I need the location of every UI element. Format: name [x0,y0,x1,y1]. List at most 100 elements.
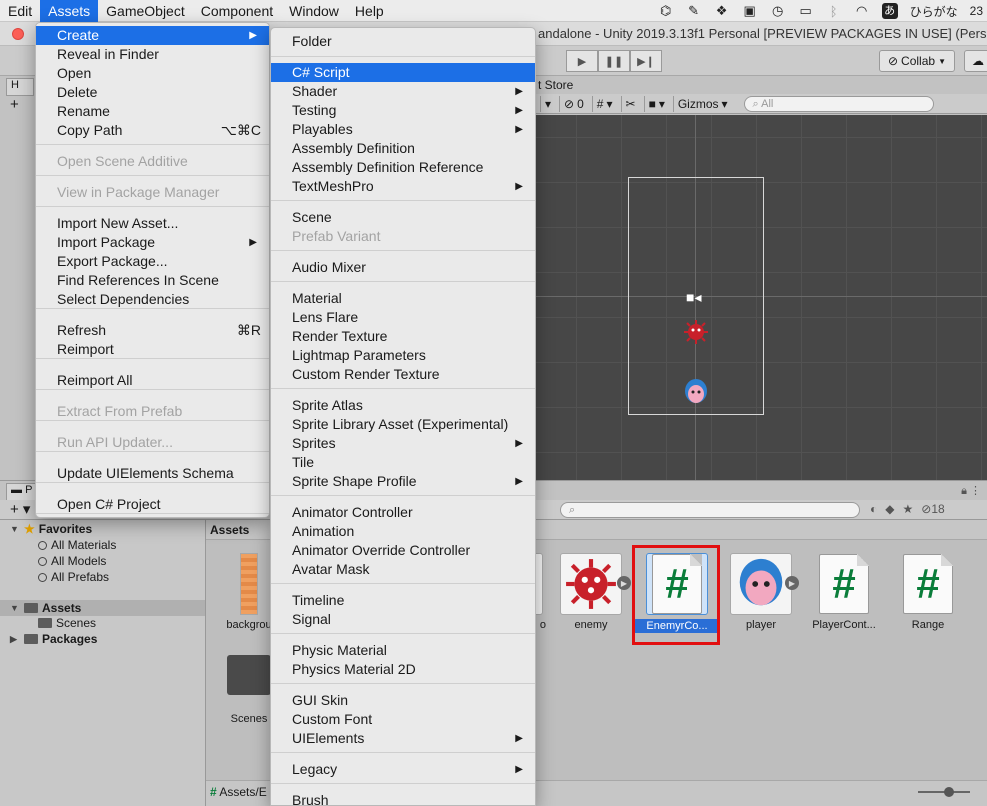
menu-item-update-uielements-schema[interactable]: Update UIElements Schema [36,464,269,483]
asset-store-tab[interactable]: t Store [538,78,573,92]
menu-item-rename[interactable]: Rename [36,102,269,121]
box-icon[interactable]: ▣ [742,3,758,18]
tree-favorites[interactable]: ▼ ★ Favorites [10,522,92,536]
marker-icon[interactable]: ✎ [686,3,702,18]
menu-item-lens-flare[interactable]: Lens Flare [271,308,535,327]
tools-toggle[interactable]: ✂ [620,95,640,112]
menu-item-custom-render-texture[interactable]: Custom Render Texture [271,365,535,384]
menu-item-animator-override-controller[interactable]: Animator Override Controller [271,541,535,560]
menu-item-textmeshpro[interactable]: TextMeshPro ▶ [271,177,535,196]
unity-icon[interactable]: ⌬ [658,3,674,18]
menu-edit[interactable]: Edit [0,0,40,22]
asset-player[interactable]: player [718,553,804,631]
hierarchy-tab[interactable]: H [6,78,34,96]
gizmos-button[interactable]: Gizmos ▾ [672,95,732,112]
expand-triangle-icon[interactable]: ▼ [10,524,20,534]
pause-button[interactable]: ❚❚ [598,50,630,72]
project-tab[interactable]: ▬ P [6,483,36,501]
menu-item-sprite-library-asset-experimental[interactable]: Sprite Library Asset (Experimental) [271,415,535,434]
asset-player-controller-script[interactable]: # PlayerCont... [801,553,887,631]
menu-item-open[interactable]: Open [36,64,269,83]
menu-item-reveal-in-finder[interactable]: Reveal in Finder [36,45,269,64]
label-tag-icon[interactable]: ◆ [885,502,894,516]
dropbox-icon[interactable]: ❖ [714,3,730,18]
visibility-toggle[interactable]: ⊘ 0 [559,95,588,112]
menu-item-lightmap-parameters[interactable]: Lightmap Parameters [271,346,535,365]
tree-all-materials[interactable]: All Materials [38,538,116,552]
slider-knob[interactable] [944,787,954,797]
time-machine-icon[interactable]: ◷ [770,3,786,18]
grid-toggle[interactable]: # ▾ [591,95,617,112]
menu-item-material[interactable]: Material [271,289,535,308]
menu-item-uielements[interactable]: UIElements ▶ [271,729,535,748]
icon-size-slider[interactable] [918,787,970,797]
menu-item-physics-material-2d[interactable]: Physics Material 2D [271,660,535,679]
menu-item-testing[interactable]: Testing ▶ [271,101,535,120]
menu-item-folder[interactable]: Folder [271,32,535,51]
menu-item-sprites[interactable]: Sprites ▶ [271,434,535,453]
menu-component[interactable]: Component [193,0,281,22]
menu-help[interactable]: Help [347,0,392,22]
favorite-star-icon[interactable]: ★ [902,502,913,516]
menu-item-avatar-mask[interactable]: Avatar Mask [271,560,535,579]
tree-assets[interactable]: ▼ Assets [0,600,205,616]
menu-item-timeline[interactable]: Timeline [271,591,535,610]
menu-item-refresh[interactable]: Refresh ⌘R [36,321,269,340]
menu-item-brush[interactable]: Brush [271,791,535,806]
menu-item-select-dependencies[interactable]: Select Dependencies [36,290,269,309]
prefab-expand-arrow-icon[interactable]: ▶ [785,576,799,590]
expand-triangle-icon[interactable]: ▶ [10,634,20,645]
menu-gameobject[interactable]: GameObject [98,0,193,22]
menu-item-reimport-all[interactable]: Reimport All [36,371,269,390]
menu-item-render-texture[interactable]: Render Texture [271,327,535,346]
cloud-button[interactable]: ☁ [964,50,987,72]
filter-type-icon[interactable]: ◐ [870,502,877,516]
input-method-icon[interactable]: あ [881,3,898,19]
menu-item-signal[interactable]: Signal [271,610,535,629]
hierarchy-add-button[interactable]: + [10,96,19,113]
scene-canvas[interactable]: ■◂ [536,115,987,480]
menu-item-find-references-in-scene[interactable]: Find References In Scene [36,271,269,290]
window-close-button[interactable] [12,28,24,40]
menu-item-sprite-atlas[interactable]: Sprite Atlas [271,396,535,415]
input-method-label[interactable]: ひらがな [910,3,958,20]
play-button[interactable]: ▶ [566,50,598,72]
menu-item-import-new-asset[interactable]: Import New Asset... [36,214,269,233]
asset-enemy[interactable]: enemy [548,553,634,631]
menu-item-custom-font[interactable]: Custom Font [271,710,535,729]
menu-item-assembly-definition[interactable]: Assembly Definition [271,139,535,158]
tree-all-prefabs[interactable]: All Prefabs [38,570,109,584]
menu-item-sprite-shape-profile[interactable]: Sprite Shape Profile ▶ [271,472,535,491]
menu-item-c-script[interactable]: C# Script [271,63,535,82]
main-camera-icon[interactable]: ■◂ [686,289,701,306]
menu-item-animator-controller[interactable]: Animator Controller [271,503,535,522]
tree-packages[interactable]: ▶ Packages [10,632,97,646]
scene-menu-button[interactable]: ▾ [540,95,555,112]
menu-item-animation[interactable]: Animation [271,522,535,541]
menu-item-audio-mixer[interactable]: Audio Mixer [271,258,535,277]
menu-item-import-package[interactable]: Import Package ▶ [36,233,269,252]
menu-item-assembly-definition-reference[interactable]: Assembly Definition Reference [271,158,535,177]
menu-item-legacy[interactable]: Legacy ▶ [271,760,535,779]
menu-item-gui-skin[interactable]: GUI Skin [271,691,535,710]
menu-item-copy-path[interactable]: Copy Path ⌥⌘C [36,121,269,140]
step-button[interactable]: ▶❙ [630,50,662,72]
tree-scenes[interactable]: Scenes [38,616,96,630]
expand-triangle-icon[interactable]: ▼ [10,603,20,613]
camera-toggle[interactable]: ■ ▾ [643,95,669,112]
panel-lock-icon[interactable]: 🔒︎ ⋮ [961,484,981,498]
menu-assets[interactable]: Assets [40,0,99,22]
project-search-input[interactable]: ⌕ [560,502,860,518]
player-sprite[interactable] [684,377,708,407]
project-add-button[interactable]: + ▾ [10,500,30,518]
enemy-sprite[interactable] [683,319,709,345]
scene-search-input[interactable]: ⌕ All [743,95,934,112]
collab-button[interactable]: ⊘ Collab ▼ [879,50,955,72]
menu-window[interactable]: Window [281,0,347,22]
menu-item-reimport[interactable]: Reimport [36,340,269,359]
clock[interactable]: 23 [970,4,983,18]
prefab-expand-arrow-icon[interactable]: ▶ [617,576,631,590]
bluetooth-icon[interactable]: ᛒ [826,4,842,19]
asset-range-script[interactable]: # Range [885,553,971,631]
wifi-icon[interactable]: ◠ [854,3,870,18]
